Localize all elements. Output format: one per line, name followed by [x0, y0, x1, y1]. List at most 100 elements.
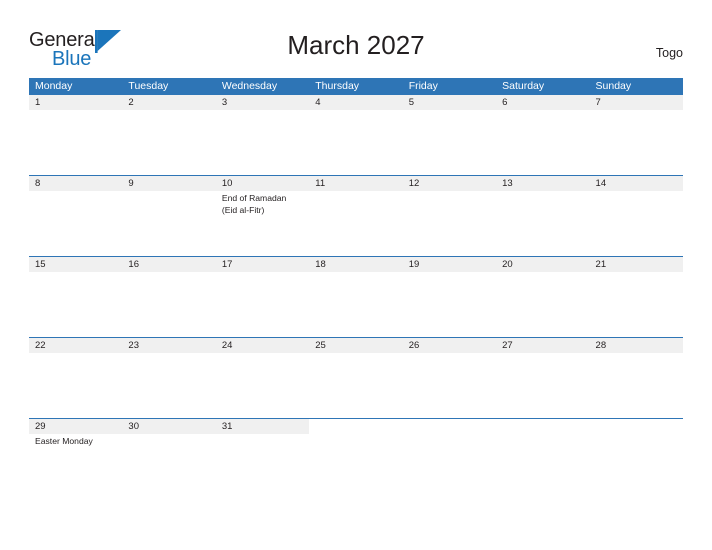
day-number: 7 [595, 97, 601, 108]
calendar-day-cell-empty [309, 419, 402, 499]
calendar-day-cell[interactable]: 3 [215, 95, 310, 175]
calendar-day-cell[interactable]: 16 [122, 257, 216, 337]
date-band [309, 419, 402, 434]
day-number: 19 [408, 259, 420, 270]
day-number: 20 [502, 259, 513, 270]
calendar-day-cell[interactable]: 20 [496, 257, 590, 337]
calendar-day-cell[interactable]: 31 [215, 419, 310, 499]
event-label: End of Ramadan [221, 193, 287, 203]
day-number: 17 [221, 259, 233, 270]
date-band [402, 95, 497, 110]
calendar-week-cells: 29 Easter Monday 30 31 [29, 419, 683, 499]
calendar-day-cell[interactable]: 18 [309, 257, 403, 337]
date-band [496, 419, 589, 434]
calendar-week-row: 8 9 10 End of Ramadan (Eid al-Fitr) 11 12 13 14 [29, 175, 683, 256]
calendar-day-cell[interactable]: 12 [402, 176, 497, 256]
calendar-day-cell[interactable]: 23 [122, 338, 216, 418]
date-band [309, 95, 403, 110]
day-number: 26 [408, 340, 420, 351]
day-number: 24 [221, 340, 233, 351]
weekday-header-tuesday: Tuesday [128, 80, 169, 92]
calendar-day-cell[interactable]: 30 [122, 419, 216, 499]
calendar-weeks: 1 2 3 4 5 6 7 8 9 10 End of Ramadan (Eid al-Fitr) 11… [29, 95, 683, 499]
day-number: 14 [595, 178, 607, 189]
calendar-day-cell[interactable]: 4 [309, 95, 403, 175]
calendar-week-row: 15 16 17 18 19 20 21 [29, 256, 683, 337]
date-band [215, 95, 310, 110]
day-number: 28 [595, 340, 607, 351]
calendar-week-row: 22 23 24 25 26 27 28 [29, 337, 683, 418]
calendar-day-cell[interactable]: 14 [589, 176, 683, 256]
day-number: 31 [221, 421, 233, 432]
day-number: 15 [35, 259, 46, 270]
day-number: 3 [221, 97, 228, 108]
weekday-header-thursday: Thursday [315, 80, 360, 92]
calendar-grid: Monday Tuesday Wednesday Thursday Friday Satu… [29, 78, 683, 499]
day-number: 6 [502, 97, 508, 108]
day-number: 18 [315, 259, 326, 270]
calendar-day-cell[interactable]: 11 [309, 176, 403, 256]
day-number: 13 [502, 178, 513, 189]
calendar-day-cell[interactable]: 17 [215, 257, 310, 337]
calendar-day-cell[interactable]: 28 [589, 338, 683, 418]
day-events: End of Ramadan (Eid al-Fitr) [222, 193, 306, 216]
day-number: 11 [315, 178, 326, 189]
calendar-day-cell[interactable]: 29 Easter Monday [29, 419, 123, 499]
weekday-header-wednesday: Wednesday [221, 80, 278, 92]
day-number: 5 [408, 97, 414, 108]
page-header: General Blue March 2027 Togo [0, 0, 712, 78]
calendar-day-cell[interactable]: 13 [496, 176, 590, 256]
page-title: March 2027 [287, 30, 425, 60]
calendar-week-cells: 1 2 3 4 5 6 7 [29, 95, 683, 175]
day-number: 2 [128, 97, 134, 108]
calendar-day-cell[interactable]: 8 [29, 176, 123, 256]
date-band [589, 95, 683, 110]
day-number: 23 [128, 340, 139, 351]
day-number: 27 [502, 340, 513, 351]
date-band [122, 176, 216, 191]
calendar-day-cell[interactable]: 24 [215, 338, 310, 418]
date-band [29, 95, 123, 110]
calendar-page: General Blue March 2027 Togo Monday Tuesd… [0, 0, 712, 550]
calendar-day-cell[interactable]: 19 [402, 257, 497, 337]
event-label: Easter Monday [35, 436, 93, 446]
day-number: 10 [221, 178, 233, 189]
calendar-day-cell[interactable]: 1 [29, 95, 123, 175]
weekday-header-row: Monday Tuesday Wednesday Thursday Friday Satu… [29, 78, 683, 95]
event-label: (Eid al-Fitr) [221, 204, 265, 215]
date-band [403, 419, 496, 434]
calendar-day-cell[interactable]: 25 [309, 338, 403, 418]
calendar-day-cell-empty [496, 419, 589, 499]
calendar-day-cell[interactable]: 22 [29, 338, 123, 418]
date-band [122, 95, 216, 110]
calendar-week-cells: 15 16 17 18 19 20 21 [29, 257, 683, 337]
day-number: 12 [408, 178, 420, 189]
calendar-day-cell[interactable]: 15 [29, 257, 123, 337]
calendar-day-cell[interactable]: 27 [496, 338, 590, 418]
calendar-day-cell[interactable]: 6 [496, 95, 590, 175]
calendar-day-cell[interactable]: 9 [122, 176, 216, 256]
calendar-week-cells: 8 9 10 End of Ramadan (Eid al-Fitr) 11 12 13 14 [29, 176, 683, 256]
day-events: Easter Monday [35, 436, 119, 448]
day-number: 25 [315, 340, 326, 351]
calendar-day-cell[interactable]: 26 [402, 338, 497, 418]
calendar-week-row: 29 Easter Monday 30 31 [29, 418, 683, 499]
weekday-header-sunday: Sunday [595, 80, 632, 92]
weekday-header-saturday: Saturday [502, 80, 545, 92]
weekday-header-monday: Monday [35, 80, 73, 92]
country-label: Togo [655, 46, 683, 60]
day-number: 9 [128, 178, 134, 189]
calendar-day-cell[interactable]: 7 [589, 95, 683, 175]
calendar-day-cell-empty [403, 419, 496, 499]
day-number: 16 [128, 259, 139, 270]
calendar-day-cell[interactable]: 2 [122, 95, 216, 175]
calendar-week-row: 1 2 3 4 5 6 7 [29, 95, 683, 175]
calendar-day-cell[interactable]: 21 [589, 257, 683, 337]
date-band [29, 176, 123, 191]
calendar-day-cell[interactable]: 5 [402, 95, 497, 175]
day-number: 8 [35, 178, 41, 189]
date-band [496, 95, 590, 110]
day-number: 30 [128, 421, 139, 432]
calendar-day-cell[interactable]: 10 End of Ramadan (Eid al-Fitr) [215, 176, 310, 256]
calendar-week-cells: 22 23 24 25 26 27 28 [29, 338, 683, 418]
